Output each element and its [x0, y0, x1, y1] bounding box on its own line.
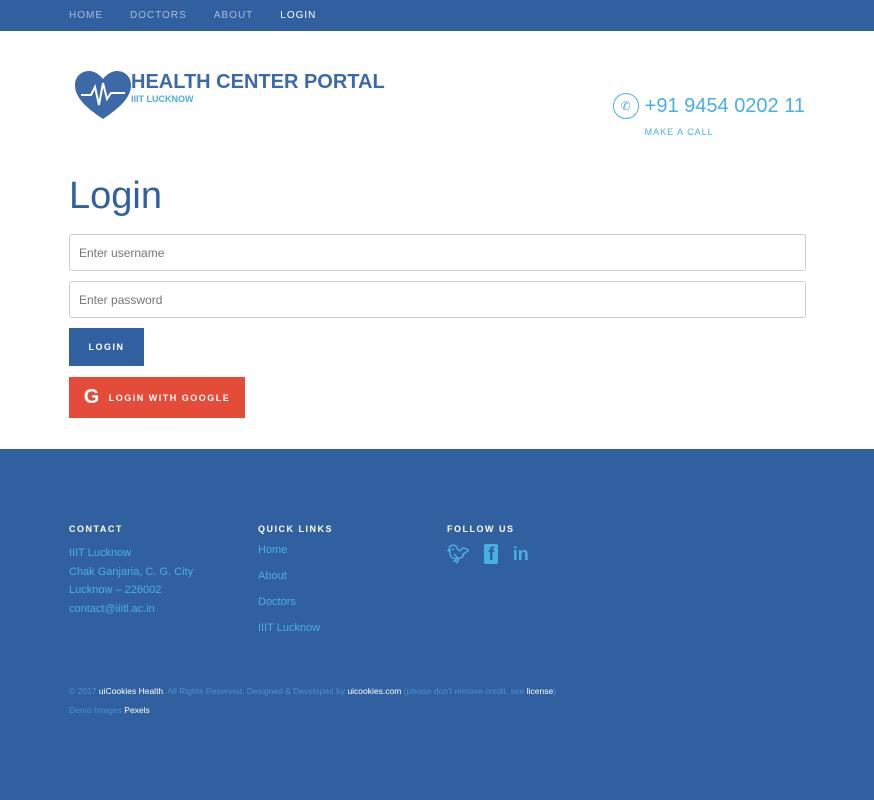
twitter-icon[interactable]: 🐦︎ — [447, 544, 470, 564]
google-login-label: LOGIN WITH GOOGLE — [108, 392, 231, 403]
contact-line: Chak Ganjaria, C. G. City — [69, 565, 194, 578]
header: HEALTH CENTER PORTAL IIIT LUCKNOW ✆ +91 9… — [0, 31, 874, 151]
footer: CONTACT IIIT Lucknow Chak Ganjaria, C. G… — [0, 449, 874, 800]
pexels-link[interactable]: Pexels — [124, 705, 150, 715]
copyright: © 2017 uiCookies Health. All Rights Rese… — [69, 682, 556, 720]
login-button[interactable]: LOGIN — [69, 328, 144, 366]
quick-links-heading: QUICK LINKS — [258, 524, 333, 534]
demo-images-text: Demo Images — [69, 705, 125, 715]
login-section: Login LOGIN G LOGIN WITH GOOGLE — [0, 151, 874, 418]
footer-quick-links: QUICK LINKS Home About Doctors IIIT Luck… — [258, 524, 333, 644]
copy-text: (please don't remove credit, see — [401, 686, 527, 696]
footer-contact: CONTACT IIIT Lucknow Chak Ganjaria, C. G… — [69, 524, 193, 618]
footer-follow: FOLLOW US 🐦︎ f in — [447, 524, 539, 565]
phone-number[interactable]: +91 9454 0202 11 — [645, 95, 805, 118]
logo[interactable]: HEALTH CENTER PORTAL IIIT LUCKNOW — [75, 71, 385, 121]
contact-heading: CONTACT — [69, 524, 123, 534]
copy-text: ) — [553, 686, 557, 696]
phone-block: ✆ +91 9454 0202 11 MAKE A CALL — [612, 93, 805, 137]
copy-text: © 2017 — [69, 686, 99, 696]
top-nav: HOME DOCTORS ABOUT LOGIN — [0, 0, 874, 31]
google-icon: G — [83, 386, 101, 408]
heart-pulse-icon — [75, 71, 131, 119]
phone-icon: ✆ — [612, 93, 639, 119]
copy-text: . All Rights Reserved. Designed & Develo… — [163, 686, 348, 696]
license-link[interactable]: license — [527, 686, 553, 696]
footer-link-home[interactable]: Home — [258, 544, 333, 556]
nav-doctors[interactable]: DOCTORS — [130, 10, 187, 21]
nav-login[interactable]: LOGIN — [280, 10, 316, 21]
uicookies-link[interactable]: uicookies.com — [347, 686, 401, 696]
site-title: HEALTH CENTER PORTAL — [131, 71, 385, 93]
google-login-button[interactable]: G LOGIN WITH GOOGLE — [69, 377, 245, 418]
nav-home[interactable]: HOME — [69, 10, 103, 21]
site-subtitle: IIIT LUCKNOW — [131, 94, 194, 104]
facebook-icon[interactable]: f — [484, 544, 499, 564]
page-title: Login — [69, 175, 162, 217]
contact-email[interactable]: contact@iiitl.ac.in — [69, 600, 193, 619]
password-input[interactable] — [69, 281, 806, 318]
footer-link-doctors[interactable]: Doctors — [258, 596, 333, 608]
follow-heading: FOLLOW US — [447, 524, 515, 534]
username-input[interactable] — [69, 234, 806, 271]
contact-line: IIIT Lucknow — [69, 547, 132, 559]
contact-line: Lucknow – 226002 — [69, 584, 162, 596]
footer-link-iiit[interactable]: IIIT Lucknow — [258, 622, 333, 634]
make-call-link[interactable]: MAKE A CALL — [645, 127, 805, 137]
nav-about[interactable]: ABOUT — [214, 10, 253, 21]
footer-link-about[interactable]: About — [258, 570, 333, 582]
linkedin-icon[interactable]: in — [513, 544, 529, 564]
uicookies-health-link[interactable]: uiCookies Health — [99, 686, 163, 696]
